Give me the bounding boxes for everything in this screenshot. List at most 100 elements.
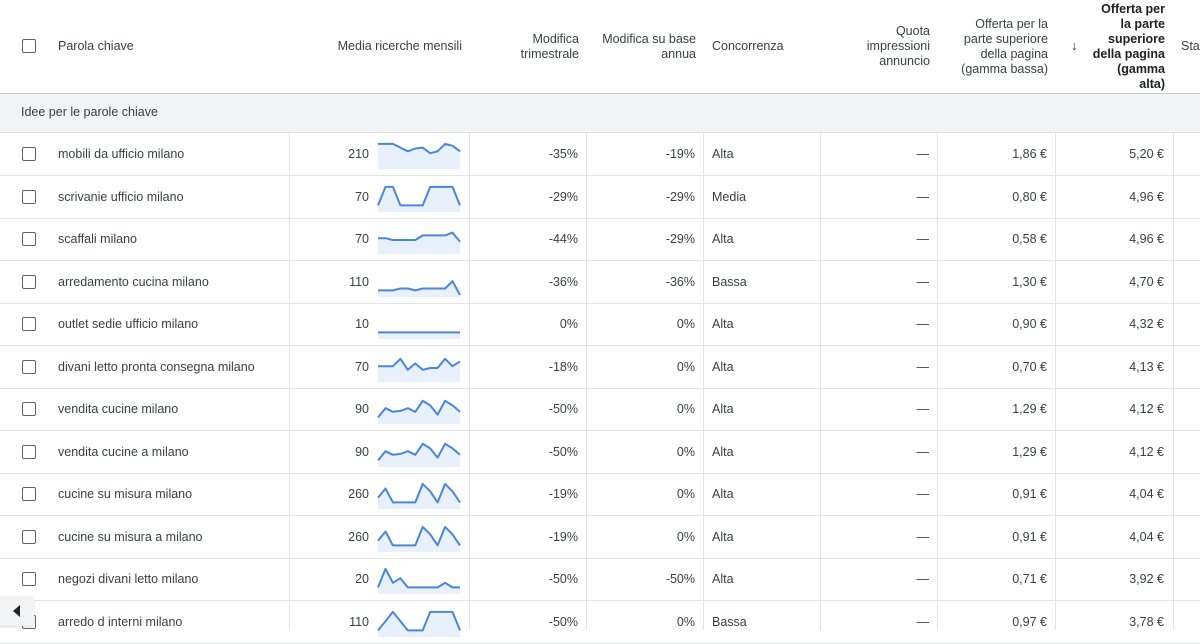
row-checkbox[interactable] <box>22 572 36 586</box>
header-competition-label: Concorrenza <box>712 39 784 53</box>
top-bid-low-cell: 0,71 € <box>1012 572 1047 586</box>
top-bid-high-cell: 4,04 € <box>1129 487 1164 501</box>
trend-sparkline <box>377 525 461 552</box>
impression-share-cell: — <box>916 572 930 586</box>
table-row[interactable]: arredamento cucina milano 110 -36% -36% Bass… <box>0 261 1200 304</box>
header-quarterly-change-label: Modifica trimestrale <box>520 31 579 61</box>
keyword-cell: cucine su misura milano <box>58 487 193 501</box>
yoy-change-cell: 0% <box>676 487 695 501</box>
scroll-left-button[interactable] <box>0 596 34 626</box>
impression-share-cell: — <box>916 274 930 289</box>
top-bid-low-cell: 0,91 € <box>1012 529 1047 544</box>
impression-share-cell: — <box>916 147 930 161</box>
competition-cell: Alta <box>712 232 734 246</box>
top-bid-high-cell: 4,70 € <box>1129 274 1164 289</box>
competition-cell: Media <box>712 189 747 204</box>
row-checkbox[interactable] <box>22 274 36 289</box>
header-avg-searches-label: Media ricerche mensili <box>337 39 462 53</box>
competition-cell: Alta <box>712 317 734 331</box>
keyword-cell: scrivanie ufficio milano <box>58 189 184 204</box>
top-bid-high-cell: 5,20 € <box>1129 147 1164 161</box>
quarterly-change-cell: -50% <box>548 444 578 459</box>
header-status[interactable]: Sta <box>1181 0 1200 93</box>
keyword-ideas-table: Parola chiave Media ricerche mensili Mod… <box>0 0 1200 644</box>
yoy-change-cell: -36% <box>665 274 695 289</box>
top-bid-low-cell: 1,30 € <box>1012 274 1047 289</box>
header-competition[interactable]: Concorrenza <box>712 0 817 93</box>
table-row[interactable]: mobili da ufficio milano 210 -35% -19% Alta —… <box>0 133 1200 176</box>
select-all-checkbox[interactable] <box>22 39 36 53</box>
table-row[interactable]: cucine su misura milano 260 -19% 0% Alta — 0,9… <box>0 473 1200 516</box>
row-checkbox[interactable] <box>22 359 36 374</box>
quarterly-change-cell: -36% <box>548 274 578 289</box>
top-bid-low-cell: 0,97 € <box>1012 614 1047 629</box>
header-impression-share[interactable]: Quota impressioni annuncio <box>821 0 930 93</box>
top-bid-high-cell: 4,96 € <box>1129 232 1164 246</box>
yoy-change-cell: -50% <box>665 572 695 586</box>
avg-searches-cell: 70 <box>355 359 369 374</box>
quarterly-change-cell: 0% <box>559 317 578 331</box>
impression-share-cell: — <box>916 529 930 544</box>
table-row[interactable]: scaffali milano 70 -44% -29% Alta — 0,58 € 4,96… <box>0 218 1200 261</box>
header-top-bid-high-label: Offerta per la parte superiore della pag… <box>1092 1 1165 91</box>
header-yoy-change[interactable]: Modifica su base annua <box>587 0 696 93</box>
table-row[interactable]: cucine su misura a milano 260 -19% 0% Alta — 0… <box>0 516 1200 559</box>
table-row[interactable]: arredo d interni milano 110 -50% 0% Bassa — 0,… <box>0 601 1200 644</box>
top-bid-low-cell: 0,91 € <box>1012 487 1047 501</box>
impression-share-cell: — <box>916 487 930 501</box>
avg-searches-cell: 90 <box>355 444 369 459</box>
table-row[interactable]: divani letto pronta consegna milano 70 -18… <box>0 346 1200 389</box>
row-checkbox[interactable] <box>22 529 36 544</box>
trend-sparkline <box>378 279 461 297</box>
keyword-cell: arredo d interni milano <box>58 614 183 629</box>
row-checkbox[interactable] <box>22 147 36 161</box>
top-bid-high-cell: 4,32 € <box>1129 317 1164 331</box>
table-row[interactable]: negozi divani letto milano 20 -50% -50% Alta… <box>0 558 1200 601</box>
avg-searches-cell: 260 <box>348 529 369 544</box>
keyword-cell: cucine su misura a milano <box>58 529 203 544</box>
header-quarterly-change[interactable]: Modifica trimestrale <box>470 0 579 93</box>
trend-sparkline <box>377 442 461 467</box>
group-header: Idee per le parole chiave <box>0 94 1200 133</box>
keyword-cell: negozi divani letto milano <box>58 572 199 586</box>
avg-searches-cell: 10 <box>355 317 369 331</box>
top-bid-high-cell: 4,12 € <box>1129 402 1164 416</box>
trend-sparkline <box>378 142 461 169</box>
table-row[interactable]: outlet sedie ufficio milano 10 0% 0% Alta — 0,… <box>0 303 1200 346</box>
impression-share-cell: — <box>916 232 930 246</box>
row-checkbox[interactable] <box>22 232 36 246</box>
trend-sparkline <box>377 185 461 212</box>
row-checkbox[interactable] <box>22 444 36 459</box>
sort-descending-icon[interactable]: ↓ <box>1071 0 1091 93</box>
row-checkbox[interactable] <box>22 487 36 501</box>
trend-sparkline <box>378 231 461 254</box>
top-bid-low-cell: 1,29 € <box>1012 402 1047 416</box>
competition-cell: Alta <box>712 402 734 416</box>
sparkline-area <box>378 186 460 212</box>
quarterly-change-cell: -29% <box>548 189 578 204</box>
trend-sparkline <box>377 482 461 509</box>
header-impression-share-label: Quota impressioni annuncio <box>866 24 930 68</box>
table-row[interactable]: vendita cucine a milano 90 -50% 0% Alta — 1,29… <box>0 431 1200 474</box>
header-top-bid-low[interactable]: Offerta per la parte superiore della pag… <box>938 0 1048 93</box>
sparkline-area <box>378 568 460 594</box>
yoy-change-cell: 0% <box>676 402 695 416</box>
keyword-cell: arredamento cucina milano <box>58 274 209 289</box>
header-status-label: Sta <box>1181 39 1200 53</box>
header-top-bid-high[interactable]: Offerta per la parte superiore della pag… <box>1090 0 1165 93</box>
header-avg-searches[interactable]: Media ricerche mensili <box>290 0 462 93</box>
row-checkbox[interactable] <box>22 402 36 416</box>
row-checkbox[interactable] <box>22 189 36 204</box>
avg-searches-cell: 70 <box>355 232 369 246</box>
competition-cell: Bassa <box>712 274 747 289</box>
table-row[interactable]: scrivanie ufficio milano 70 -29% -29% Media —… <box>0 176 1200 219</box>
table-row[interactable]: vendita cucine milano 90 -50% 0% Alta — 1,29 €… <box>0 388 1200 431</box>
row-checkbox[interactable] <box>22 317 36 331</box>
quarterly-change-cell: -50% <box>548 572 578 586</box>
header-top-bid-low-label: Offerta per la parte superiore della pag… <box>961 16 1048 76</box>
header-keyword-label: Parola chiave <box>58 39 134 53</box>
top-bid-high-cell: 4,96 € <box>1129 189 1164 204</box>
header-keyword[interactable]: Parola chiave <box>58 0 278 93</box>
keyword-cell: vendita cucine a milano <box>58 444 189 459</box>
trend-sparkline <box>377 610 461 637</box>
